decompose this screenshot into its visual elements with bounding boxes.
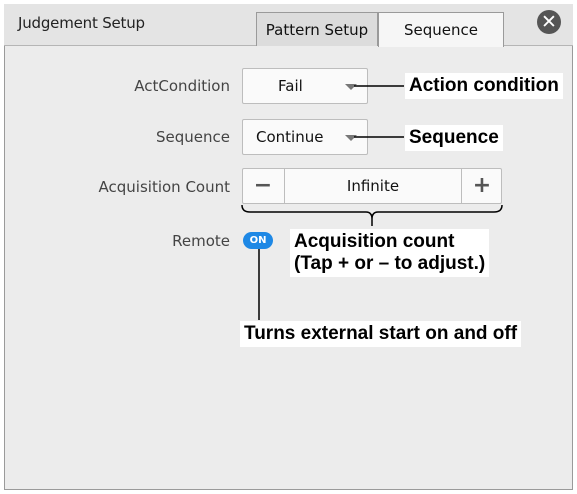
callout-acquisition-count-line2: (Tap + or – to adjust.)	[294, 253, 486, 274]
callout-acquisition-count-line1: Acquisition count	[294, 231, 455, 252]
callout-remote: Turns external start on and off	[240, 321, 522, 347]
callout-action-condition: Action condition	[405, 73, 563, 99]
callout-acquisition-count: Acquisition count (Tap + or – to adjust.…	[290, 229, 490, 277]
callout-sequence: Sequence	[405, 125, 503, 151]
